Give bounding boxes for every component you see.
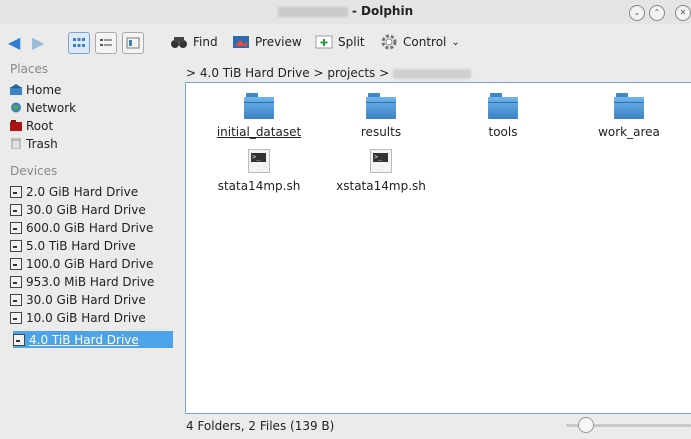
sidebar-item-network[interactable]: Network xyxy=(10,99,174,116)
forward-button[interactable]: ▶ xyxy=(32,35,44,51)
hard-drive-icon xyxy=(10,257,22,270)
sidebar-item-label: 30.0 GiB Hard Drive xyxy=(26,202,146,217)
sidebar-item-label: Root xyxy=(26,118,54,133)
file-item[interactable]: >_ xstata14mp.sh xyxy=(326,149,436,193)
icons-view-icon xyxy=(73,38,85,47)
window-title: - Dolphin xyxy=(0,4,691,18)
places-section-title: Places xyxy=(10,62,49,76)
control-label: Control xyxy=(403,35,447,49)
sidebar-item-label: 2.0 GiB Hard Drive xyxy=(26,184,139,199)
breadcrumb-item-current-blurred[interactable] xyxy=(393,68,471,79)
hard-drive-icon xyxy=(10,311,22,324)
find-label: Find xyxy=(193,35,218,49)
breadcrumb-separator: > xyxy=(313,66,324,80)
hard-drive-icon xyxy=(10,293,22,306)
sidebar-item-label: 5.0 TiB Hard Drive xyxy=(26,238,136,253)
folder-item[interactable]: tools xyxy=(448,93,558,139)
file-name: work_area xyxy=(598,125,660,139)
find-button[interactable]: Find xyxy=(170,30,218,54)
globe-icon xyxy=(11,102,21,113)
folder-item[interactable]: results xyxy=(326,93,436,139)
breadcrumb-separator: > xyxy=(186,66,197,80)
status-text: 4 Folders, 2 Files (139 B) xyxy=(186,419,335,433)
details-view-button[interactable] xyxy=(122,32,144,54)
home-icon xyxy=(10,84,22,95)
compact-view-button[interactable] xyxy=(95,32,117,54)
blurred-folder-name xyxy=(277,6,348,17)
sidebar-item-device[interactable]: 953.0 MiB Hard Drive xyxy=(10,273,174,290)
terminal-script-icon: >_ xyxy=(370,149,392,173)
zoom-slider-handle[interactable] xyxy=(578,417,594,433)
folder-icon xyxy=(244,93,274,119)
sidebar-item-device[interactable]: 5.0 TiB Hard Drive xyxy=(10,237,174,254)
control-button[interactable]: Control ⌄ xyxy=(380,30,460,54)
sidebar-item-device[interactable]: 10.0 GiB Hard Drive xyxy=(10,309,174,326)
minimize-button[interactable]: ⌄ xyxy=(629,5,645,21)
preview-button[interactable]: Preview xyxy=(232,30,302,54)
breadcrumb-item-projects[interactable]: projects xyxy=(327,66,375,80)
hard-drive-icon xyxy=(10,221,22,234)
chevron-down-icon: ⌄ xyxy=(451,36,460,48)
details-view-icon xyxy=(126,37,140,49)
sidebar-item-label: Trash xyxy=(26,136,58,151)
sidebar: Places Home Network Root Trash Devices 2… xyxy=(0,62,182,432)
file-name: initial_dataset xyxy=(216,125,302,139)
sidebar-item-device[interactable]: 30.0 GiB Hard Drive xyxy=(10,291,174,308)
hard-drive-icon xyxy=(10,203,22,216)
file-name: tools xyxy=(488,125,518,139)
compact-view-icon xyxy=(100,39,112,46)
binoculars-icon xyxy=(171,37,187,48)
sidebar-item-label: 30.0 GiB Hard Drive xyxy=(26,292,146,307)
breadcrumb: > 4.0 TiB Hard Drive > projects > xyxy=(186,66,471,80)
split-icon xyxy=(315,35,333,49)
icons-view-button[interactable] xyxy=(68,32,90,54)
back-button[interactable]: ◀ xyxy=(8,35,20,51)
sidebar-item-device[interactable]: 2.0 GiB Hard Drive xyxy=(10,183,174,200)
breadcrumb-separator: > xyxy=(379,66,390,80)
file-item[interactable]: >_ stata14mp.sh xyxy=(204,149,314,193)
file-name: xstata14mp.sh xyxy=(336,179,426,193)
sidebar-item-device[interactable]: 30.0 GiB Hard Drive xyxy=(10,201,174,218)
breadcrumb-item-drive[interactable]: 4.0 TiB Hard Drive xyxy=(200,66,310,80)
sidebar-item-label: Home xyxy=(26,82,62,97)
sidebar-item-label: Network xyxy=(26,100,77,115)
folder-item[interactable]: initial_dataset xyxy=(204,93,314,139)
sidebar-item-trash[interactable]: Trash xyxy=(10,135,174,152)
preview-icon xyxy=(233,36,249,48)
gear-icon xyxy=(381,34,397,50)
sidebar-item-device[interactable]: 600.0 GiB Hard Drive xyxy=(10,219,174,236)
split-label: Split xyxy=(338,35,365,49)
hard-drive-icon xyxy=(13,333,25,346)
file-name: results xyxy=(360,125,402,139)
root-folder-icon xyxy=(10,120,22,131)
folder-icon xyxy=(488,93,518,119)
close-button[interactable]: ✕ xyxy=(675,5,691,21)
split-button[interactable]: Split xyxy=(315,30,365,54)
sidebar-item-label: 100.0 GiB Hard Drive xyxy=(26,256,154,271)
maximize-button[interactable]: ⌃ xyxy=(649,5,665,21)
sidebar-item-label: 4.0 TiB Hard Drive xyxy=(29,332,139,347)
sidebar-item-home[interactable]: Home xyxy=(10,81,174,98)
file-name: stata14mp.sh xyxy=(217,179,301,193)
preview-label: Preview xyxy=(255,35,302,49)
sidebar-item-label: 10.0 GiB Hard Drive xyxy=(26,310,146,325)
folder-item[interactable]: work_area xyxy=(574,93,684,139)
devices-section-title: Devices xyxy=(10,164,58,178)
hard-drive-icon xyxy=(10,185,22,198)
terminal-script-icon: >_ xyxy=(248,149,270,173)
folder-icon xyxy=(614,93,644,119)
sidebar-item-label: 600.0 GiB Hard Drive xyxy=(26,220,154,235)
sidebar-item-device[interactable]: 100.0 GiB Hard Drive xyxy=(10,255,174,272)
sidebar-item-device-selected[interactable]: 4.0 TiB Hard Drive xyxy=(13,331,173,348)
file-view[interactable]: initial_dataset results tools work_area … xyxy=(185,82,691,414)
hard-drive-icon xyxy=(10,239,22,252)
hard-drive-icon xyxy=(10,275,22,288)
trash-icon xyxy=(11,138,21,149)
sidebar-item-root[interactable]: Root xyxy=(10,117,174,134)
sidebar-item-label: 953.0 MiB Hard Drive xyxy=(26,274,155,289)
toolbar: ◀ ▶ Find Preview Split Control ⌄ xyxy=(0,24,691,62)
window-title-app: - Dolphin xyxy=(351,4,414,18)
folder-icon xyxy=(366,93,396,119)
title-bar: - Dolphin ⌄ ⌃ ✕ xyxy=(0,0,691,24)
